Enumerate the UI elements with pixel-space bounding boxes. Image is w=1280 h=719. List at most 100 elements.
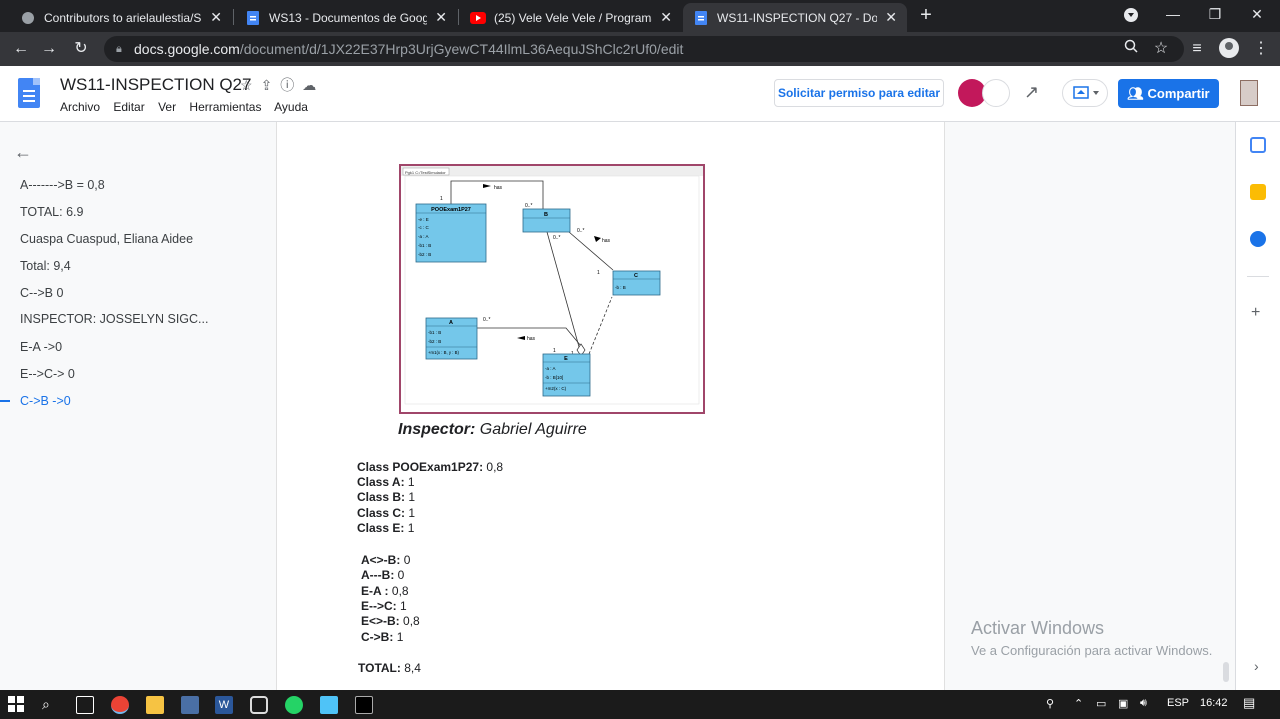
close-icon[interactable]: ✕ <box>660 9 672 26</box>
info-icon[interactable]: ⓘ <box>280 77 302 93</box>
outline-item[interactable]: Total: 9,4 <box>20 259 220 273</box>
svg-text:-c : C: -c : C <box>418 225 429 230</box>
svg-text:has: has <box>494 185 503 191</box>
tab-ws11-active[interactable]: WS11-INSPECTION Q27 - Docum ✕ <box>683 3 907 32</box>
tray-overflow-icon[interactable]: ⌃ <box>1074 697 1083 710</box>
diagram-window-title: Pgk1 C:/TestSimulador <box>405 170 446 175</box>
menu-editar[interactable]: Editar <box>113 100 144 114</box>
terminal-icon[interactable] <box>355 696 373 714</box>
outline-item-active[interactable]: C->B ->0 <box>20 394 220 408</box>
file-explorer-icon[interactable] <box>146 696 164 714</box>
class-score-line: Class B: 1 <box>357 490 416 504</box>
menu-archivo[interactable]: Archivo <box>60 100 100 114</box>
menu-ayuda[interactable]: Ayuda <box>274 100 308 114</box>
language-indicator[interactable]: ESP <box>1167 697 1189 709</box>
media-control-icon[interactable]: ≡ <box>1186 38 1208 60</box>
people-icon[interactable]: ⚲ <box>1046 697 1054 710</box>
profile-menu-icon[interactable] <box>1108 0 1154 30</box>
network-icon[interactable]: ▣ <box>1118 697 1128 710</box>
whatsapp-icon[interactable] <box>285 696 303 714</box>
viewers-icon[interactable] <box>982 79 1010 107</box>
class-a-name: A <box>449 320 453 326</box>
close-icon[interactable]: ✕ <box>435 9 447 26</box>
present-button[interactable] <box>1062 79 1108 107</box>
tab-title: WS13 - Documentos de Google <box>269 10 428 25</box>
document-title[interactable]: WS11-INSPECTION Q27 <box>60 75 251 95</box>
tab-contributors[interactable]: Contributors to arielaulestia/Sky ✕ <box>10 3 232 32</box>
outline-item[interactable]: E-->C-> 0 <box>20 367 220 381</box>
reload-button[interactable]: ↻ <box>70 38 92 60</box>
tab-ws13[interactable]: WS13 - Documentos de Google ✕ <box>235 3 457 32</box>
scrollbar[interactable] <box>1223 662 1229 682</box>
outline-item[interactable]: INSPECTOR: JOSSELYN SIGC... <box>20 312 220 326</box>
star-icon[interactable]: ☆ <box>240 77 261 93</box>
minimize-button[interactable]: — <box>1150 0 1196 30</box>
address-bar[interactable]: 🔒︎ docs.google.com/document/d/1JX22E37Hr… <box>104 36 1184 62</box>
outline-item[interactable]: C-->B 0 <box>20 286 220 300</box>
document-outline: ← A------->B = 0,8 TOTAL: 6.9 Cuaspa Cua… <box>0 122 275 690</box>
request-edit-button[interactable]: Solicitar permiso para editar <box>774 79 944 107</box>
chrome-icon[interactable] <box>111 696 129 714</box>
svg-text:-e : E: -e : E <box>418 217 429 222</box>
user-avatar[interactable] <box>1240 80 1258 106</box>
menu-ver[interactable]: Ver <box>158 100 176 114</box>
docs-logo-icon[interactable] <box>18 78 40 108</box>
bookmark-star-icon[interactable]: ☆ <box>1150 38 1172 60</box>
url-host: docs.google.com <box>134 41 240 57</box>
new-tab-button[interactable]: + <box>914 4 938 28</box>
cloud-status-icon[interactable]: ☁ <box>302 77 324 93</box>
windows-start-icon[interactable] <box>8 696 26 714</box>
tab-title: Contributors to arielaulestia/Sky <box>44 10 203 25</box>
expand-panel-icon[interactable]: › <box>1254 658 1259 674</box>
class-score-line: Class E: 1 <box>357 521 415 535</box>
relation-score-line: A<>-B: 0 <box>361 553 411 567</box>
close-icon[interactable]: ✕ <box>210 9 222 26</box>
close-window-button[interactable]: ✕ <box>1234 0 1280 30</box>
svg-text:-b : B: -b : B <box>615 285 626 290</box>
relation-score-line: C->B: 1 <box>361 630 404 644</box>
outline-item[interactable]: TOTAL: 6.9 <box>20 205 220 219</box>
outline-item[interactable]: A------->B = 0,8 <box>20 178 220 192</box>
notification-icon[interactable]: ▤ <box>1243 695 1255 711</box>
menu-herramientas[interactable]: Herramientas <box>189 100 261 114</box>
svg-text:-b2 : B: -b2 : B <box>428 339 441 344</box>
add-addon-icon[interactable]: + <box>1251 304 1260 322</box>
share-button[interactable]: 👥︎ Compartir <box>1118 79 1219 108</box>
outline-active-marker <box>0 400 10 402</box>
browser-toolbar: ← → ↻ 🔒︎ docs.google.com/document/d/1JX2… <box>0 32 1280 66</box>
side-panel: + › <box>1235 122 1280 690</box>
activity-trend-icon[interactable]: ↗ <box>1024 82 1039 103</box>
word-icon[interactable]: W <box>215 696 233 714</box>
calendar-icon[interactable] <box>1250 137 1266 153</box>
back-arrow-icon[interactable]: ← <box>14 142 32 163</box>
account-avatar-icon[interactable] <box>1218 38 1240 60</box>
svg-text:has: has <box>602 238 611 244</box>
volume-icon[interactable]: 🔊︎ <box>1140 697 1147 710</box>
zoom-icon[interactable] <box>1120 38 1142 60</box>
tasks-icon[interactable] <box>1250 231 1266 247</box>
keep-icon[interactable] <box>1250 184 1266 200</box>
search-icon[interactable]: ⌕ <box>42 696 60 714</box>
close-icon[interactable]: ✕ <box>885 9 897 26</box>
forward-button[interactable]: → <box>38 38 60 60</box>
save-app-icon[interactable] <box>181 696 199 714</box>
virtualbox-icon[interactable] <box>320 696 338 714</box>
tab-title: (25) Vele Vele Vele / Programa 14 <box>494 10 652 25</box>
drive-move-icon[interactable]: ⇪ <box>261 77 281 93</box>
outline-item[interactable]: E-A ->0 <box>20 340 220 354</box>
outline-item[interactable]: Cuaspa Cuaspud, Eliana Aidee <box>20 232 220 246</box>
class-score-line: Class A: 1 <box>357 475 415 489</box>
browser-menu-icon[interactable]: ⋮ <box>1250 38 1272 60</box>
relation-score-line: E-->C: 1 <box>361 599 407 613</box>
docs-icon <box>245 10 261 26</box>
tab-youtube[interactable]: (25) Vele Vele Vele / Programa 14 ✕ <box>460 3 682 32</box>
browser-tab-strip: Contributors to arielaulestia/Sky ✕ WS13… <box>0 0 1280 32</box>
restore-button[interactable]: ❐ <box>1192 0 1238 30</box>
app-icon[interactable] <box>250 696 268 714</box>
battery-icon[interactable]: ▭ <box>1096 697 1106 710</box>
task-view-icon[interactable] <box>76 696 94 714</box>
back-button[interactable]: ← <box>10 38 32 60</box>
clock[interactable]: 16:42 <box>1200 697 1228 709</box>
svg-text:1: 1 <box>440 196 443 202</box>
svg-text:0..*: 0..* <box>577 228 585 234</box>
